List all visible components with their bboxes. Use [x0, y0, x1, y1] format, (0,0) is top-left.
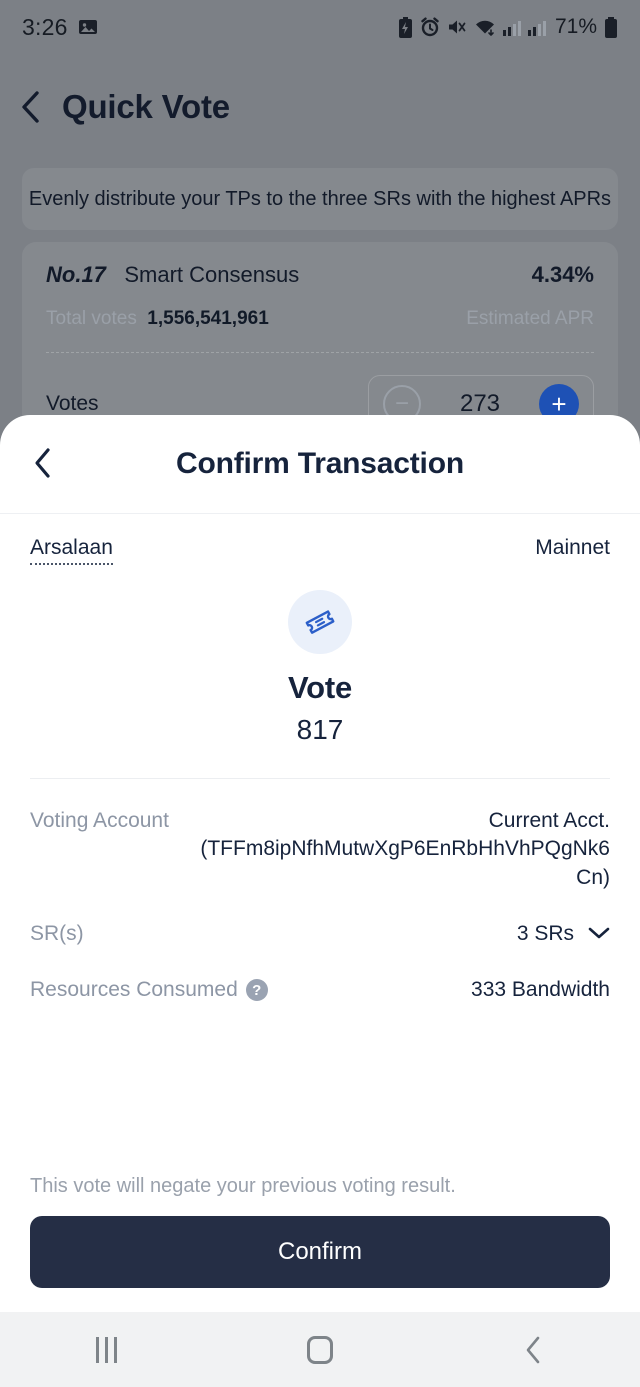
sr-apr-value: 4.34%: [531, 262, 594, 287]
sheet-body: Arsalaan Mainnet Vote 817 Voting Account…: [0, 536, 640, 1005]
network-name: Mainnet: [535, 536, 610, 559]
detail-row: Voting Account Current Acct. (TFFm8ipNfh…: [30, 807, 610, 892]
transaction-amount: 817: [296, 714, 344, 745]
stepper-value[interactable]: 273: [451, 390, 509, 418]
phone-screen: 3:26 71% Quick Vote Evenly distribute yo…: [0, 0, 640, 1387]
hint-banner: Evenly distribute your TPs to the three …: [22, 168, 618, 230]
battery-icon: [604, 16, 618, 38]
sr-name: Smart Consensus: [124, 262, 300, 287]
sr-card-top-row: No.17 Smart Consensus 4.34%: [46, 262, 594, 288]
sr-estimated-apr-label: Estimated APR: [466, 308, 594, 329]
transaction-action-label: Vote: [287, 670, 353, 705]
warning-text: This vote will negate your previous voti…: [30, 1175, 456, 1197]
status-bar-right: 71%: [398, 15, 618, 39]
transaction-icon-wrap: [30, 590, 610, 654]
status-bar-left: 3:26: [22, 14, 98, 41]
back-icon[interactable]: [488, 1320, 578, 1380]
sr-card-votes-row: Total votes 1,556,541,961 Estimated APR: [46, 308, 594, 330]
srs-label: SR(s): [30, 922, 84, 946]
sr-card-divider: [46, 352, 594, 353]
signal-icon: [527, 18, 546, 36]
signal-icon: [502, 18, 521, 36]
resources-consumed-value: 333 Bandwidth: [471, 978, 610, 1002]
srs-value: 3 SRs: [516, 922, 574, 946]
detail-row[interactable]: SR(s) 3 SRs: [30, 920, 610, 948]
wallet-name[interactable]: Arsalaan: [30, 536, 113, 565]
sr-total-votes-label: Total votes: [46, 308, 137, 329]
resources-consumed-label-group: Resources Consumed ?: [30, 976, 268, 1002]
android-nav-bar: [0, 1312, 640, 1387]
chevron-left-icon[interactable]: [30, 447, 56, 479]
recents-icon[interactable]: [62, 1320, 152, 1380]
chevron-left-icon[interactable]: [18, 90, 44, 124]
vote-ticket-icon: [288, 590, 352, 654]
voting-account-label: Voting Account: [30, 809, 169, 832]
status-bar: 3:26 71%: [0, 0, 640, 54]
voting-account-value: Current Acct. (TFFm8ipNfhMutwXgP6EnRbHhV…: [200, 809, 610, 889]
sheet-title: Confirm Transaction: [176, 447, 464, 480]
home-icon[interactable]: [275, 1320, 365, 1380]
chevron-down-icon[interactable]: [588, 920, 610, 948]
question-mark-icon[interactable]: ?: [245, 979, 268, 1002]
confirm-button[interactable]: Confirm: [30, 1216, 610, 1288]
sheet-divider: [30, 778, 610, 779]
sheet-header: Confirm Transaction: [0, 415, 640, 514]
sr-total-votes-value: 1,556,541,961: [147, 308, 269, 329]
sheet-footer: This vote will negate your previous voti…: [0, 1175, 640, 1312]
mute-icon: [447, 17, 467, 37]
page-title: Quick Vote: [62, 88, 230, 125]
sr-rank: No.17: [46, 262, 106, 287]
hint-banner-text: Evenly distribute your TPs to the three …: [28, 187, 612, 210]
background-page-header: Quick Vote: [0, 76, 640, 138]
srs-value-group[interactable]: 3 SRs: [517, 920, 610, 948]
confirm-transaction-sheet: Confirm Transaction Arsalaan Mainnet Vot…: [0, 415, 640, 1312]
wifi-icon: [474, 17, 496, 37]
sr-total-votes-group: Total votes 1,556,541,961: [46, 308, 269, 330]
battery-saver-icon: [398, 16, 413, 38]
sr-votes-label: Votes: [46, 392, 99, 415]
battery-percent-label: 71%: [554, 15, 597, 38]
status-bar-clock: 3:26: [22, 13, 68, 40]
wallet-network-row: Arsalaan Mainnet: [30, 536, 610, 570]
image-icon: [78, 17, 98, 37]
sr-card-name-group: No.17 Smart Consensus: [46, 262, 299, 288]
alarm-icon: [420, 17, 440, 37]
detail-row: Resources Consumed ? 333 Bandwidth: [30, 976, 610, 1004]
resources-consumed-label: Resources Consumed: [30, 978, 238, 1002]
